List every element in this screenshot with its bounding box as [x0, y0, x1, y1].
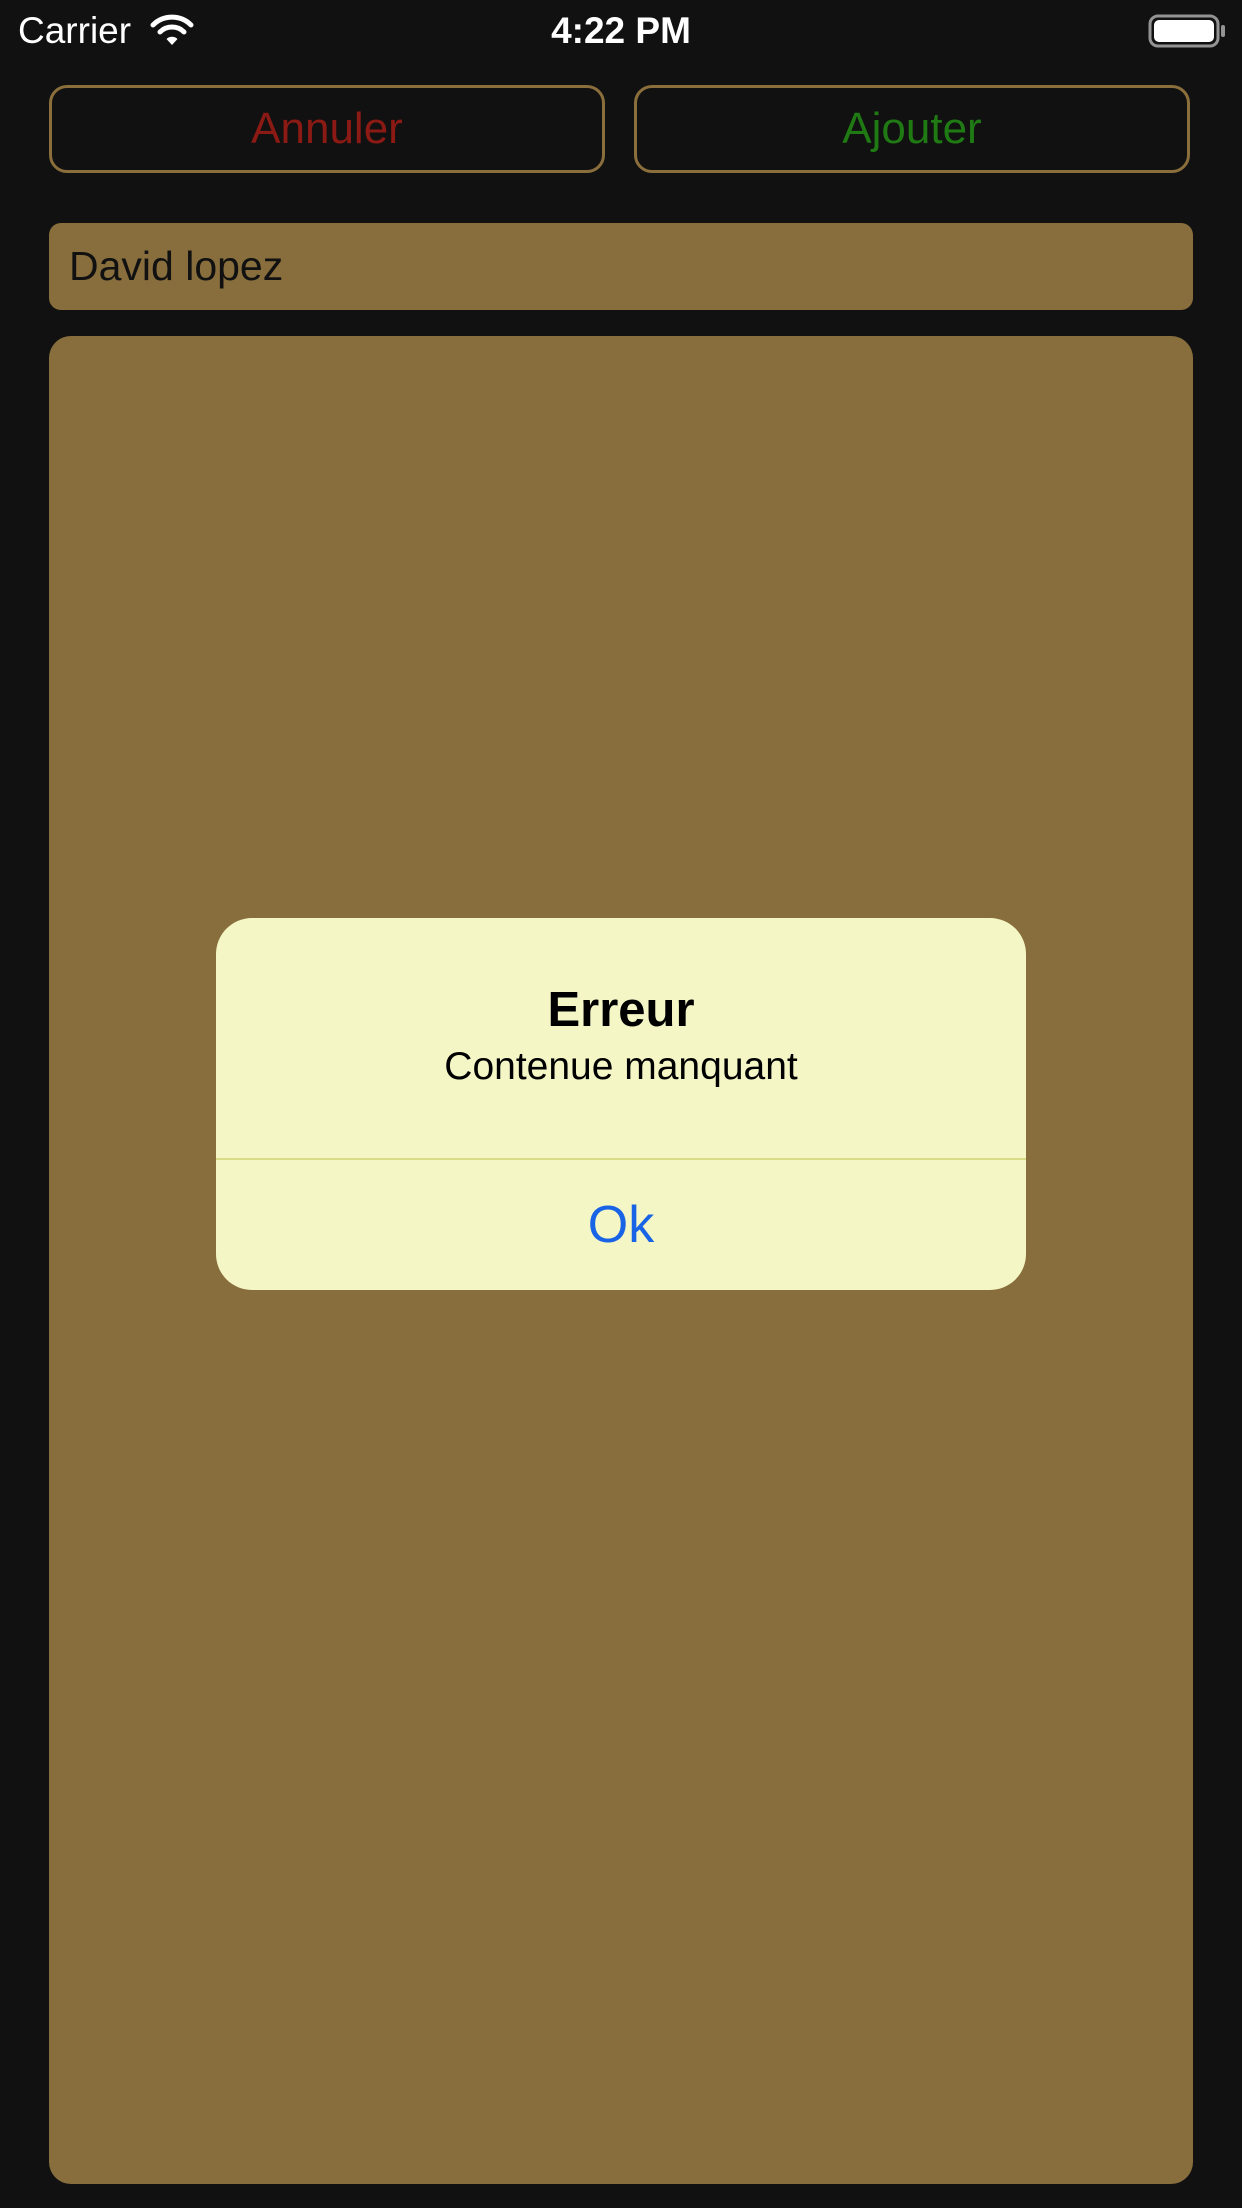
battery-icon: [1148, 14, 1228, 48]
status-bar: Carrier 4:22 PM: [0, 0, 1242, 62]
add-button[interactable]: Ajouter: [634, 85, 1190, 173]
alert-title: Erreur: [547, 983, 695, 1037]
error-alert: Erreur Contenue manquant Ok: [216, 918, 1026, 1290]
alert-message: Contenue manquant: [444, 1045, 798, 1088]
ok-button[interactable]: Ok: [216, 1160, 1026, 1290]
title-field[interactable]: David lopez: [49, 223, 1193, 310]
cancel-button[interactable]: Annuler: [49, 85, 605, 173]
status-time: 4:22 PM: [551, 10, 691, 51]
